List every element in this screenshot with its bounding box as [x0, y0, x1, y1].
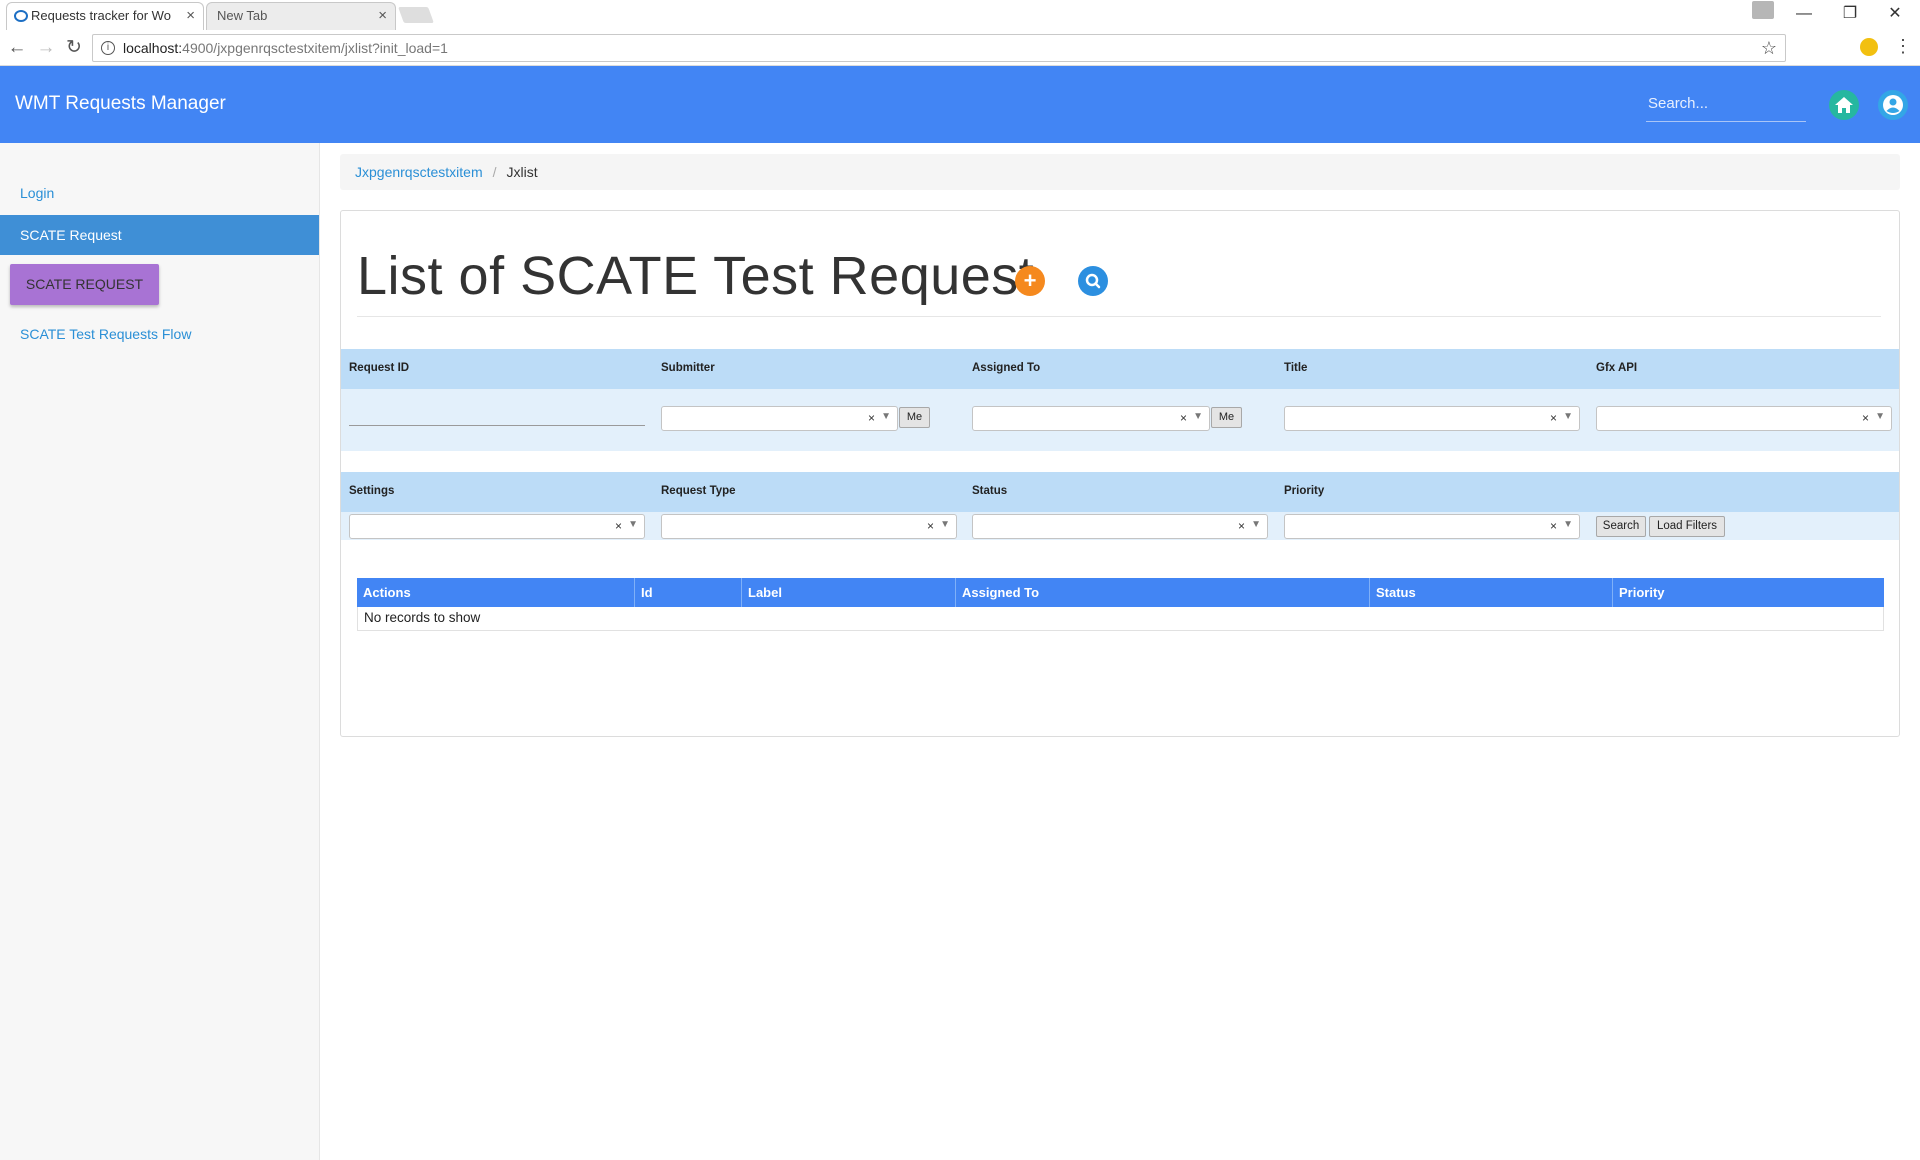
label-title: Title [1284, 362, 1308, 374]
add-request-button[interactable]: + [1015, 266, 1045, 296]
sidebar-item-scate-request[interactable]: SCATE Request [0, 215, 319, 255]
account-circle-icon [1883, 95, 1903, 115]
info-icon[interactable]: i [101, 41, 115, 55]
clear-icon[interactable]: × [1180, 411, 1187, 425]
bookmark-star-icon[interactable]: ☆ [1761, 38, 1777, 59]
label-assigned-to: Assigned To [972, 362, 1041, 374]
back-arrow-icon[interactable]: ← [4, 35, 30, 61]
column-header-status[interactable]: Status [1370, 578, 1613, 607]
tab-title: Requests tracker for Wor [31, 8, 171, 23]
request-id-input[interactable] [349, 404, 645, 426]
home-button[interactable] [1829, 90, 1859, 120]
grid-header: Actions Id Label Assigned To Status Prio… [357, 578, 1884, 607]
assigned-to-me-button[interactable]: Me [1211, 407, 1242, 428]
gfx-api-select[interactable]: × ▼ [1596, 406, 1892, 431]
search-toggle-button[interactable] [1078, 266, 1108, 296]
chevron-down-icon[interactable]: ▼ [1193, 411, 1203, 422]
chevron-down-icon[interactable]: ▼ [1251, 519, 1261, 530]
search-button[interactable]: Search [1596, 516, 1646, 537]
tab-close-icon[interactable]: × [186, 3, 195, 29]
maximize-button[interactable]: ❐ [1830, 2, 1870, 26]
scate-request-button[interactable]: SCATE REQUEST [10, 264, 159, 305]
settings-select[interactable]: × ▼ [349, 514, 645, 539]
column-header-actions[interactable]: Actions [357, 578, 635, 607]
chevron-down-icon[interactable]: ▼ [881, 411, 891, 422]
browser-tab-new[interactable]: New Tab × [206, 2, 396, 30]
load-filters-button[interactable]: Load Filters [1649, 516, 1725, 537]
label-status: Status [972, 485, 1008, 497]
sidebar-item-scate-flow[interactable]: SCATE Test Requests Flow [20, 326, 191, 342]
sidebar-item-login[interactable]: Login [20, 185, 54, 201]
new-tab-button[interactable] [398, 7, 434, 23]
assigned-to-select[interactable]: × ▼ [972, 406, 1210, 431]
column-header-priority[interactable]: Priority [1613, 578, 1884, 607]
chevron-down-icon[interactable]: ▼ [940, 519, 950, 530]
header-search-input[interactable] [1646, 86, 1806, 122]
browser-tab-strip: Requests tracker for Wor × New Tab × — ❐… [0, 0, 1920, 30]
tab-title: New Tab [217, 8, 268, 23]
column-header-label[interactable]: Label [742, 578, 956, 607]
intel-favicon-icon [14, 10, 28, 22]
browser-tab-active[interactable]: Requests tracker for Wor × [6, 2, 204, 30]
address-bar: ← → ↻ i localhost:4900/jxpgenrqsctestxit… [0, 30, 1920, 66]
submitter-me-button[interactable]: Me [899, 407, 930, 428]
title-divider [357, 316, 1881, 317]
chevron-down-icon[interactable]: ▼ [1563, 519, 1573, 530]
status-select[interactable]: × ▼ [972, 514, 1268, 539]
home-icon [1835, 97, 1853, 113]
clear-icon[interactable]: × [1238, 519, 1245, 533]
label-request-id: Request ID [349, 362, 410, 374]
clear-icon[interactable]: × [1862, 411, 1869, 425]
extension-icon[interactable] [1860, 38, 1878, 56]
url-text: localhost:4900/jxpgenrqsctestxitem/jxlis… [123, 40, 448, 56]
filter-header-row-1: Request ID Submitter Assigned To Title G… [341, 349, 1899, 389]
label-settings: Settings [349, 485, 395, 497]
url-input[interactable]: i localhost:4900/jxpgenrqsctestxitem/jxl… [92, 34, 1786, 62]
breadcrumb: Jxpgenrqsctestxitem / Jxlist [340, 154, 1900, 190]
magnifier-icon [1085, 273, 1101, 289]
label-priority: Priority [1284, 485, 1325, 497]
app-title[interactable]: WMT Requests Manager [15, 93, 226, 115]
clear-icon[interactable]: × [615, 519, 622, 533]
results-grid: Actions Id Label Assigned To Status Prio… [357, 578, 1884, 631]
clear-icon[interactable]: × [1550, 411, 1557, 425]
column-header-assigned-to[interactable]: Assigned To [956, 578, 1370, 607]
submitter-select[interactable]: × ▼ [661, 406, 898, 431]
request-type-select[interactable]: × ▼ [661, 514, 957, 539]
empty-message: No records to show [357, 607, 1884, 631]
column-header-id[interactable]: Id [635, 578, 742, 607]
filter-body-row-1: × ▼ Me × ▼ Me × ▼ × ▼ [341, 389, 1899, 451]
chevron-down-icon[interactable]: ▼ [1875, 411, 1885, 422]
close-window-button[interactable]: ✕ [1875, 2, 1915, 26]
chevron-down-icon[interactable]: ▼ [1563, 411, 1573, 422]
label-request-type: Request Type [661, 485, 736, 497]
profile-icon[interactable] [1752, 1, 1774, 19]
page-title: List of SCATE Test Request [357, 246, 1035, 306]
label-submitter: Submitter [661, 362, 715, 374]
breadcrumb-parent-link[interactable]: Jxpgenrqsctestxitem [355, 164, 483, 180]
app-header: WMT Requests Manager [0, 66, 1920, 143]
browser-menu-icon[interactable]: ⋮ [1894, 36, 1912, 56]
breadcrumb-current: Jxlist [506, 164, 538, 180]
clear-icon[interactable]: × [927, 519, 934, 533]
account-button[interactable] [1878, 90, 1908, 120]
priority-select[interactable]: × ▼ [1284, 514, 1580, 539]
chevron-down-icon[interactable]: ▼ [628, 519, 638, 530]
breadcrumb-separator: / [492, 164, 497, 180]
filter-body-row-2: × ▼ × ▼ × ▼ × ▼ Search Load Filters [341, 512, 1899, 540]
minimize-button[interactable]: — [1784, 2, 1824, 26]
title-select[interactable]: × ▼ [1284, 406, 1580, 431]
tab-close-icon[interactable]: × [378, 3, 387, 29]
forward-arrow-icon[interactable]: → [33, 35, 59, 61]
filter-header-row-2: Settings Request Type Status Priority [341, 472, 1899, 512]
label-gfx-api: Gfx API [1596, 362, 1638, 374]
sidebar: Login SCATE Request SCATE REQUEST SCATE … [0, 143, 320, 1160]
clear-icon[interactable]: × [868, 411, 875, 425]
reload-icon[interactable]: ↻ [61, 35, 87, 61]
clear-icon[interactable]: × [1550, 519, 1557, 533]
main-panel: List of SCATE Test Request + Request ID … [340, 210, 1900, 737]
